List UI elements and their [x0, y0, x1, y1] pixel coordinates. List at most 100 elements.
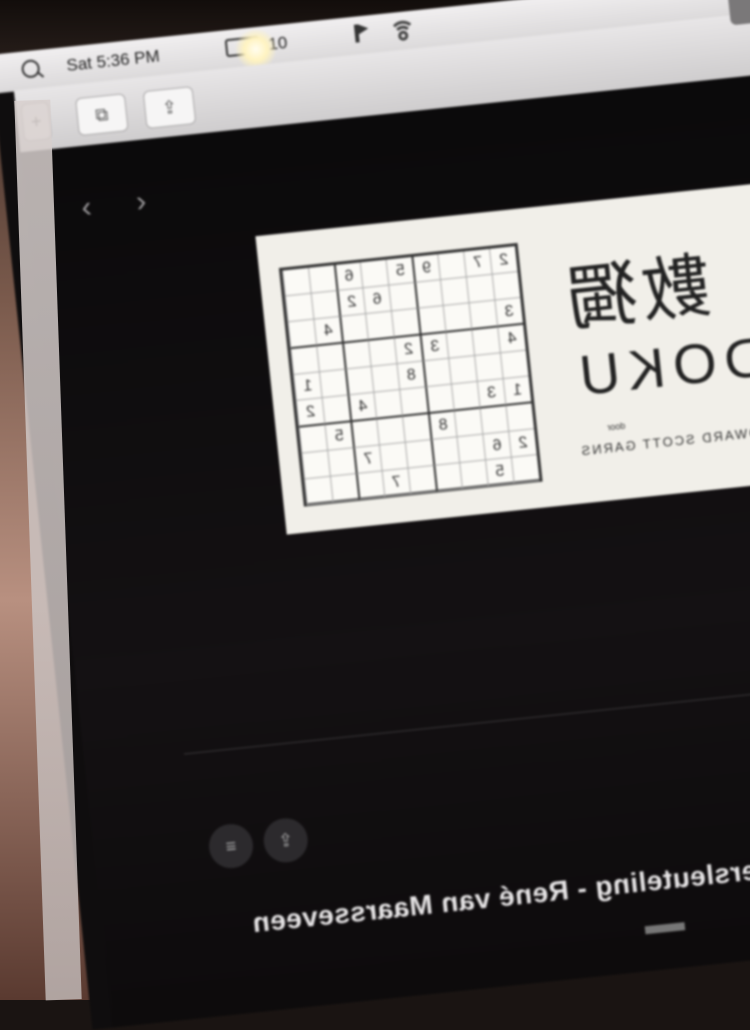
- book-cover[interactable]: 6597226432341824315876275 數獨 SUDOKU door…: [255, 177, 750, 535]
- sudoku-cell: [407, 465, 437, 495]
- sudoku-cell: [459, 460, 488, 490]
- sudoku-cell: [399, 387, 428, 417]
- book-detail-view: ‹ › 6597226432341824315876275 數獨 SUDOKU …: [20, 70, 750, 1028]
- cover-author: HOWARD SCOTT GARNS: [578, 423, 750, 459]
- sudoku-cell: [373, 390, 403, 420]
- sudoku-cell: 4: [313, 316, 343, 347]
- sudoku-cell: [471, 327, 500, 357]
- flag-icon[interactable]: [353, 24, 360, 43]
- sudoku-cell: 6: [333, 262, 363, 292]
- cover-title-cjk: 數獨: [559, 244, 716, 342]
- sudoku-cell: 8: [396, 361, 426, 391]
- sudoku-cell: [465, 274, 495, 304]
- toolbar-right-button[interactable]: [726, 0, 750, 26]
- sudoku-cell: [388, 282, 417, 312]
- sudoku-cell: [430, 437, 460, 466]
- sudoku-cell: 3: [419, 332, 449, 362]
- sudoku-cell: [284, 293, 314, 323]
- book-subtitle-placeholder: [644, 922, 686, 935]
- sudoku-cell: [316, 343, 345, 373]
- sudoku-cell: [327, 448, 356, 477]
- sudoku-cell: [391, 308, 420, 339]
- sudoku-cell: [367, 338, 397, 367]
- sudoku-cell: [282, 267, 311, 297]
- search-icon[interactable]: [20, 58, 41, 79]
- sudoku-cell: [339, 314, 368, 344]
- sudoku-cell: [456, 434, 486, 464]
- sudoku-cell: [359, 259, 389, 289]
- sudoku-cell: [440, 277, 469, 307]
- list-icon[interactable]: ≡: [206, 821, 256, 871]
- sudoku-cell: [310, 291, 340, 320]
- sudoku-cell: 2: [336, 288, 366, 317]
- sudoku-cell: 2: [489, 246, 518, 275]
- menu-clock[interactable]: Sat 5:36 PM: [66, 46, 161, 76]
- sudoku-cell: [491, 272, 521, 301]
- sudoku-cell: 3: [494, 297, 524, 328]
- sudoku-cell: 7: [463, 248, 492, 278]
- tabs-icon[interactable]: ⧉: [74, 93, 129, 137]
- screen: Sat 5:36 PM 10 + ⧉ ⇪ ‹ › 659722643234182…: [0, 0, 750, 1030]
- sudoku-cell: [344, 366, 374, 396]
- sudoku-cell: 4: [347, 392, 377, 423]
- sudoku-cell: 1: [293, 372, 322, 401]
- sudoku-cell: [355, 471, 385, 500]
- sudoku-cell: [304, 476, 333, 506]
- forward-arrow-icon[interactable]: ›: [134, 185, 147, 220]
- sudoku-cell: 1: [502, 376, 532, 407]
- sudoku-cell: [414, 280, 443, 309]
- sudoku-cell: [453, 408, 483, 438]
- sudoku-cell: [499, 350, 529, 380]
- sudoku-cell: [301, 450, 330, 480]
- sudoku-cell: [437, 251, 466, 281]
- sudoku-cell: [378, 442, 408, 472]
- sudoku-cell: [287, 319, 317, 350]
- sudoku-cell: [321, 395, 351, 426]
- sudoku-cell: 5: [485, 457, 514, 487]
- sudoku-cell: 9: [411, 254, 441, 283]
- sudoku-cell: 6: [362, 285, 392, 315]
- sudoku-cell: [433, 463, 462, 492]
- sudoku-cell: 2: [295, 398, 325, 428]
- sudoku-cell: 7: [381, 468, 411, 498]
- sudoku-cell: [329, 474, 359, 503]
- sudoku-cell: [450, 381, 480, 412]
- sudoku-grid: 6597226432341824315876275: [278, 242, 543, 507]
- sudoku-cell: [365, 311, 394, 342]
- sudoku-cell: [370, 364, 400, 393]
- sudoku-cell: 3: [476, 379, 506, 409]
- sudoku-cell: 6: [482, 431, 511, 461]
- sudoku-cell: [442, 303, 472, 333]
- sudoku-cell: [445, 330, 475, 359]
- sudoku-cell: [422, 358, 451, 388]
- sudoku-cell: [298, 425, 328, 454]
- sudoku-cell: [318, 369, 348, 399]
- sudoku-cell: [474, 353, 503, 382]
- sudoku-cell: 8: [427, 411, 457, 441]
- sudoku-cell: [448, 356, 477, 385]
- sudoku-cell: 2: [393, 335, 423, 365]
- sudoku-cell: 4: [497, 324, 526, 354]
- wifi-icon[interactable]: [386, 15, 418, 47]
- sudoku-cell: [307, 265, 337, 294]
- sudoku-cell: [416, 306, 446, 336]
- back-arrow-icon[interactable]: ‹: [80, 190, 93, 225]
- share-icon[interactable]: ⇪: [142, 86, 197, 130]
- sudoku-cell: [404, 440, 434, 469]
- sudoku-cell: [350, 419, 379, 449]
- sudoku-cell: [425, 384, 454, 415]
- sudoku-cell: [479, 406, 509, 435]
- sudoku-cell: 5: [385, 257, 415, 286]
- sudoku-cell: 7: [353, 445, 382, 475]
- sudoku-cell: [505, 403, 535, 432]
- sudoku-cell: [290, 346, 319, 376]
- share-button[interactable]: ⇪: [261, 816, 310, 865]
- sudoku-cell: 5: [324, 422, 354, 451]
- sudoku-cell: 2: [508, 429, 537, 458]
- sudoku-cell: [342, 341, 371, 370]
- sudoku-cell: [510, 455, 540, 484]
- sudoku-cell: [402, 414, 431, 443]
- cover-door-text: door: [606, 420, 626, 433]
- divider: [184, 682, 750, 755]
- sudoku-cell: [376, 416, 405, 446]
